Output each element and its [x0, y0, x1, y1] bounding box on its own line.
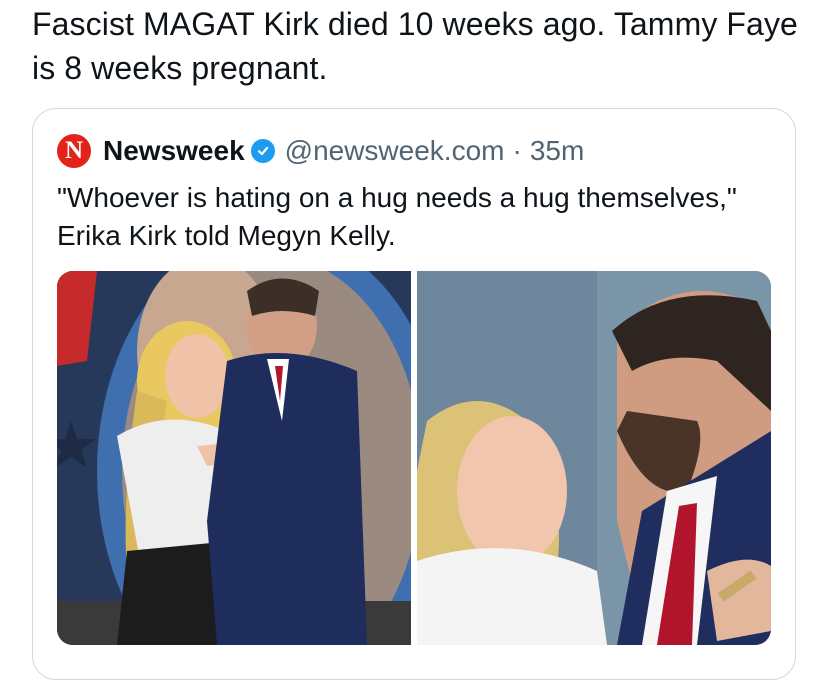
separator-dot: ·	[512, 135, 522, 166]
post-timestamp[interactable]: 35m	[530, 135, 584, 167]
quoted-post-text: "Whoever is hating on a hug needs a hug …	[57, 182, 737, 251]
post-text: Fascist MAGAT Kirk died 10 weeks ago. Ta…	[32, 6, 798, 86]
media-gallery	[57, 271, 771, 645]
hug-photo-left[interactable]	[57, 271, 411, 645]
verified-badge-icon	[250, 139, 275, 163]
hug-photo-right[interactable]	[417, 271, 771, 645]
source-handle[interactable]: @newsweek.com	[285, 135, 505, 167]
source-name[interactable]: Newsweek	[103, 135, 245, 167]
quoted-post-card[interactable]: N Newsweek @newsweek.com · 35m "Whoever …	[32, 108, 796, 680]
newsweek-logo-avatar[interactable]: N	[57, 134, 91, 168]
quoted-post-header: N Newsweek @newsweek.com · 35m	[57, 133, 584, 169]
